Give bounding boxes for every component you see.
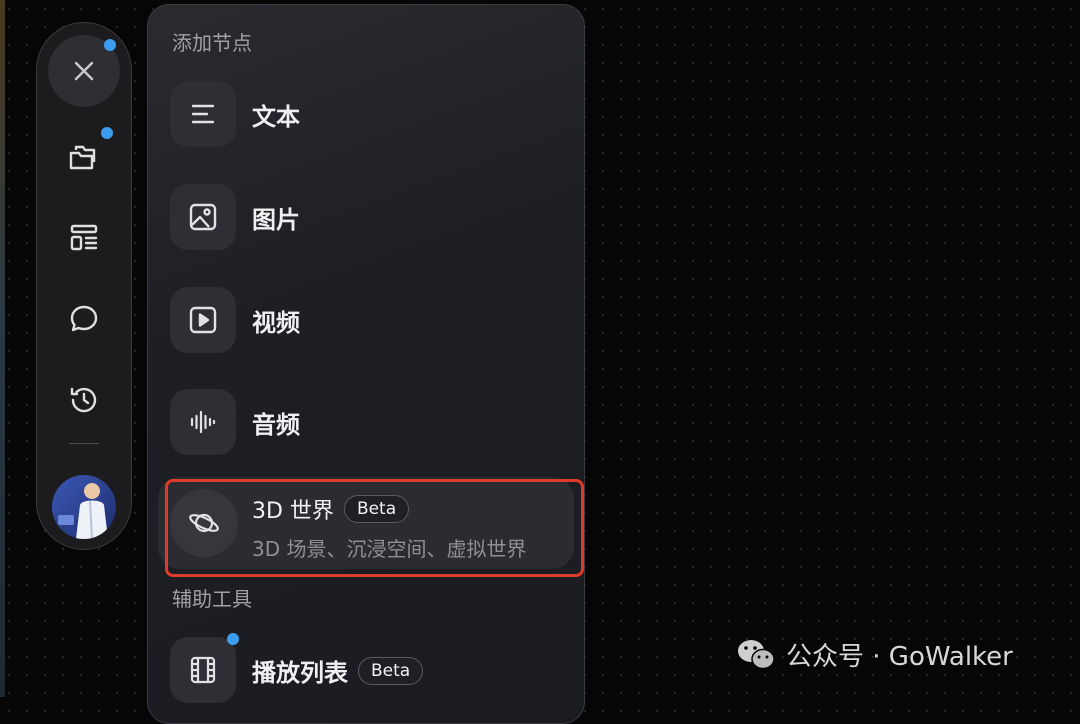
tool-label: 播放列表 Beta — [252, 653, 424, 688]
comments-button[interactable] — [61, 296, 107, 342]
node-icon-box — [170, 637, 236, 703]
node-label: 音频 — [252, 411, 300, 439]
left-toolbar — [36, 22, 132, 550]
user-avatar[interactable] — [52, 475, 116, 539]
watermark: 公众号 · GoWalker — [736, 636, 1013, 673]
image-icon — [187, 201, 219, 233]
node-label: 文本 — [252, 103, 300, 131]
audio-wave-icon — [187, 406, 219, 438]
film-icon — [187, 654, 219, 686]
node-icon-box — [170, 389, 236, 455]
play-icon — [187, 304, 219, 336]
projects-notification-dot — [101, 127, 113, 139]
tool-item-playlist[interactable]: 播放列表 Beta — [170, 635, 560, 705]
layout-icon — [67, 221, 101, 255]
node-item-text[interactable]: 文本 — [170, 79, 560, 149]
node-item-image[interactable]: 图片 — [170, 182, 560, 252]
folders-icon — [67, 139, 101, 173]
section-title-tools: 辅助工具 — [172, 587, 252, 611]
history-icon — [67, 383, 101, 417]
node-icon-box — [170, 287, 236, 353]
text-lines-icon — [188, 99, 218, 129]
node-label: 图片 — [252, 206, 300, 234]
node-icon-box — [170, 81, 236, 147]
watermark-text: 公众号 · GoWalker — [786, 642, 1013, 672]
section-title-add-node: 添加节点 — [172, 31, 252, 55]
beta-badge: Beta — [358, 656, 424, 685]
node-item-audio[interactable]: 音频 — [170, 387, 560, 457]
playlist-notification-dot — [227, 633, 239, 645]
highlight-frame — [165, 479, 584, 577]
wechat-icon — [736, 638, 776, 672]
node-icon-box — [170, 184, 236, 250]
node-label: 视频 — [252, 309, 300, 337]
templates-button[interactable] — [61, 215, 107, 261]
rail-divider — [69, 443, 99, 444]
tool-label-text: 播放列表 — [252, 659, 348, 687]
close-notification-dot — [104, 39, 116, 51]
close-icon — [72, 59, 96, 83]
background-edge — [0, 0, 5, 697]
add-node-panel: 添加节点 文本 图片 视频 音频 3D 世界 Beta 3D 场景、沉浸空间、虚… — [147, 4, 585, 724]
history-button[interactable] — [61, 377, 107, 423]
node-item-video[interactable]: 视频 — [170, 285, 560, 355]
projects-button[interactable] — [61, 133, 107, 179]
chat-bubble-icon — [67, 302, 101, 336]
